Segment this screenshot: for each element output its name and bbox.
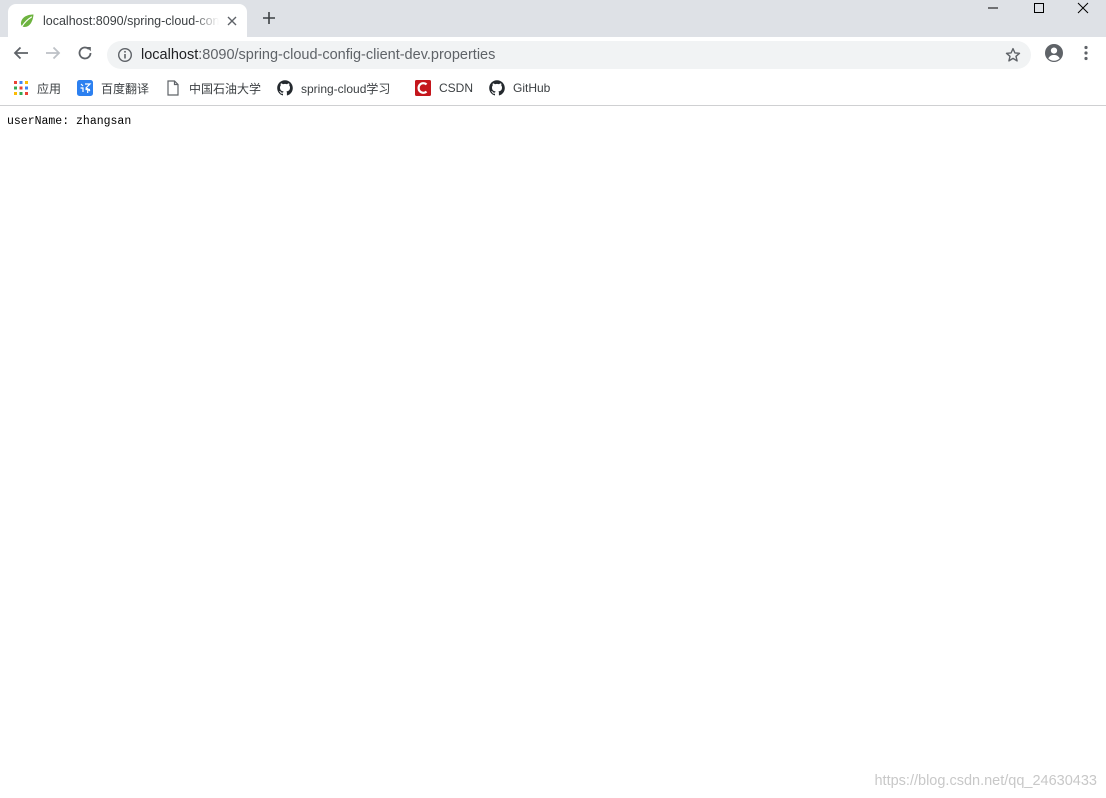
toolbar: localhost:8090/spring-cloud-config-clien… <box>0 37 1106 73</box>
watermark: https://blog.csdn.net/qq_24630433 <box>874 773 1097 789</box>
apps-grid-icon <box>13 80 29 96</box>
close-window-button[interactable] <box>1060 0 1106 20</box>
minimize-icon <box>987 1 999 19</box>
url-path: :8090/spring-cloud-config-client-dev.pro… <box>198 47 496 63</box>
new-tab-button[interactable] <box>257 8 281 32</box>
address-bar[interactable]: localhost:8090/spring-cloud-config-clien… <box>107 41 1031 69</box>
bookmarks-bar: 应用 百度翻译 中国石油大学 spring-cloud学习 CSDN GitHu… <box>0 73 1106 106</box>
close-icon <box>1077 1 1089 19</box>
bookmark-label: 中国石油大学 <box>189 81 262 96</box>
address-url: localhost:8090/spring-cloud-config-clien… <box>141 46 495 64</box>
maximize-icon <box>1033 1 1045 19</box>
back-button[interactable] <box>7 41 35 69</box>
bookmark-label: GitHub <box>513 81 551 95</box>
arrow-left-icon <box>13 45 29 66</box>
properties-text: userName: zhangsan <box>7 115 132 128</box>
minimize-button[interactable] <box>970 0 1016 20</box>
csdn-icon <box>415 80 431 96</box>
url-host: localhost <box>141 47 199 63</box>
info-icon[interactable] <box>117 47 133 63</box>
bookmark-baidu-translate[interactable]: 百度翻译 <box>77 78 149 98</box>
github-icon <box>489 80 505 96</box>
bookmark-label: spring-cloud学习 <box>301 81 391 96</box>
bookmark-label: 应用 <box>37 81 62 96</box>
more-vertical-icon <box>1084 45 1088 66</box>
forward-button[interactable] <box>39 41 67 69</box>
maximize-button[interactable] <box>1016 0 1062 20</box>
account-circle-icon <box>1044 43 1064 68</box>
bookmark-label: 百度翻译 <box>101 81 150 96</box>
page-icon <box>165 80 181 96</box>
tab-close-icon[interactable] <box>224 13 240 29</box>
spring-leaf-icon <box>19 13 35 29</box>
plus-icon <box>262 11 276 30</box>
baidu-translate-icon <box>77 80 93 96</box>
star-icon[interactable] <box>1004 46 1022 64</box>
menu-button[interactable] <box>1072 41 1100 69</box>
bookmark-csdn[interactable]: CSDN <box>415 78 473 98</box>
reload-button[interactable] <box>71 41 99 69</box>
page-content: userName: zhangsan https://blog.csdn.net… <box>0 106 1106 798</box>
bookmark-apps[interactable]: 应用 <box>13 78 61 98</box>
reload-icon <box>77 45 93 66</box>
arrow-right-icon <box>45 45 61 66</box>
bookmark-spring-cloud[interactable]: spring-cloud学习 <box>277 78 390 98</box>
bookmark-label: CSDN <box>439 81 474 95</box>
bookmark-upc[interactable]: 中国石油大学 <box>165 78 261 98</box>
profile-button[interactable] <box>1040 41 1068 69</box>
tab-strip: localhost:8090/spring-cloud-config-clien… <box>0 0 1106 37</box>
github-icon <box>277 80 293 96</box>
browser-tab[interactable]: localhost:8090/spring-cloud-config-clien… <box>8 4 247 37</box>
bookmark-github[interactable]: GitHub <box>489 78 550 98</box>
tab-title: localhost:8090/spring-cloud-config-clien… <box>43 14 219 28</box>
